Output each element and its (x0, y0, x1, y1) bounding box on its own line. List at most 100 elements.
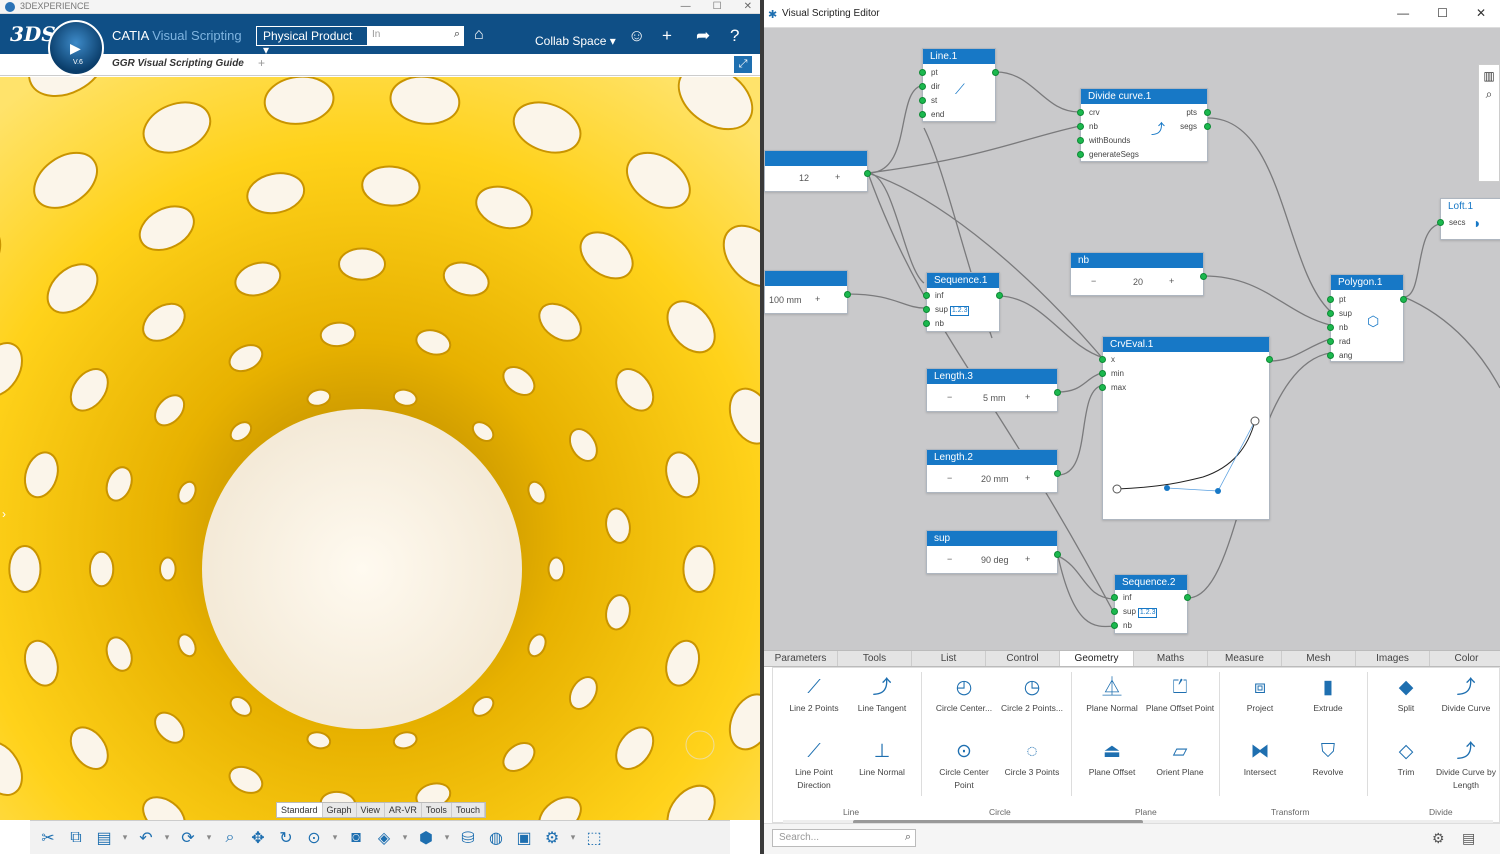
port-dot[interactable] (992, 69, 999, 76)
param-value[interactable]: 12 (799, 173, 809, 183)
map-icon[interactable]: ▥ (1479, 69, 1499, 83)
node-param-length[interactable]: 100 mm + (764, 270, 851, 314)
help-icon[interactable]: ? (730, 26, 739, 46)
tag-icon[interactable]: ⌂ (474, 26, 484, 44)
undo-icon[interactable]: ↶ (134, 826, 158, 850)
maximize-button[interactable]: ☐ (713, 0, 722, 14)
tool-circle-3-points[interactable]: ◌ Circle 3 Points (997, 740, 1067, 779)
product-select[interactable]: Physical Product ▾ (256, 26, 368, 57)
update-icon[interactable]: ⟳ (176, 826, 200, 850)
pan-icon[interactable]: ✥ (246, 826, 270, 850)
chevron-down-icon[interactable]: ▾ (568, 826, 578, 850)
search-input[interactable]: In ⌕ (368, 26, 464, 46)
port-dot[interactable] (919, 83, 926, 90)
port-dot[interactable] (1400, 296, 1407, 303)
tab-maths[interactable]: Maths (1134, 651, 1208, 666)
port-dot[interactable] (844, 291, 851, 298)
increment-button[interactable]: + (1169, 276, 1174, 286)
tab-ar-vr[interactable]: AR-VR (385, 803, 422, 817)
collab-space-dropdown[interactable]: Collab Space ▾ (535, 34, 616, 48)
increment-button[interactable]: + (835, 172, 840, 182)
expand-icon[interactable]: ⤢ (734, 56, 752, 73)
param-value[interactable]: 20 (1133, 277, 1143, 287)
param-value[interactable]: 100 mm (769, 295, 802, 305)
document-tab[interactable]: GGR Visual Scripting Guide (112, 58, 244, 69)
tab-color[interactable]: Color (1430, 651, 1500, 666)
paste-icon[interactable]: ▤ (92, 826, 116, 850)
port-dot[interactable] (1077, 123, 1084, 130)
tab-touch[interactable]: Touch (452, 803, 485, 817)
port-dot[interactable] (1204, 123, 1211, 130)
chevron-right-icon[interactable]: › (2, 507, 6, 521)
database-icon[interactable]: ⛁ (456, 826, 480, 850)
tool-line-point-direction[interactable]: ⟋ Line Point Direction (779, 740, 849, 792)
node-sup[interactable]: sup − 90 deg + (926, 530, 1061, 574)
tool-plane-offset[interactable]: ⏏ Plane Offset (1077, 740, 1147, 779)
port-dot[interactable] (1327, 352, 1334, 359)
chevron-down-icon[interactable]: ▾ (162, 826, 172, 850)
minimize-button[interactable]: — (1397, 6, 1409, 20)
chat-icon[interactable]: ▤ (1462, 830, 1475, 847)
port-dot[interactable] (919, 111, 926, 118)
port-dot[interactable] (1111, 622, 1118, 629)
port-dot[interactable] (923, 292, 930, 299)
globe-icon[interactable]: ◍ (484, 826, 508, 850)
param-value[interactable]: 5 mm (983, 393, 1006, 403)
port-dot[interactable] (919, 97, 926, 104)
node-nb[interactable]: nb − 20 + (1070, 252, 1207, 296)
tool-circle-center[interactable]: ◴ Circle Center... (929, 676, 999, 715)
port-dot[interactable] (923, 320, 930, 327)
search-tag-icon[interactable]: ⌕ (454, 28, 460, 41)
node-param-count[interactable]: 12 + (764, 150, 871, 192)
tool-divide-curve[interactable]: ⤴ Divide Curve (1431, 676, 1500, 715)
decrement-button[interactable]: − (947, 554, 952, 564)
port-dot[interactable] (864, 170, 871, 177)
tool-divide-curve-by-length[interactable]: ⤴ Divide Curve by Length (1431, 740, 1500, 792)
tool-project[interactable]: ⧈ Project (1225, 676, 1295, 715)
port-dot[interactable] (1054, 470, 1061, 477)
tab-geometry[interactable]: Geometry (1060, 651, 1134, 666)
decrement-button[interactable]: − (1091, 276, 1096, 286)
port-dot[interactable] (1077, 137, 1084, 144)
chevron-down-icon[interactable]: ▾ (330, 826, 340, 850)
decrement-button[interactable]: − (947, 392, 952, 402)
port-dot[interactable] (1077, 109, 1084, 116)
port-dot[interactable] (919, 69, 926, 76)
tool-line-tangent[interactable]: ⤴ Line Tangent (847, 676, 917, 715)
fit-all-icon[interactable]: ⊙ (302, 826, 326, 850)
param-value[interactable]: 90 deg (981, 555, 1009, 565)
close-button[interactable]: ✕ (1476, 6, 1486, 20)
port-dot[interactable] (1111, 608, 1118, 615)
tab-tools[interactable]: Tools (838, 651, 912, 666)
port-dot[interactable] (923, 306, 930, 313)
node-polygon[interactable]: Polygon.1 pt sup nb rad ang ⬡ (1327, 274, 1407, 362)
rotate-icon[interactable]: ↻ (274, 826, 298, 850)
port-dot[interactable] (1200, 273, 1207, 280)
node-loft[interactable]: Loft.1 secs ◗ (1437, 198, 1500, 240)
user-icon[interactable]: ☺ (628, 26, 645, 46)
increment-button[interactable]: + (1025, 554, 1030, 564)
increment-button[interactable]: + (815, 294, 820, 304)
tool-line-2-points[interactable]: ⟋ Line 2 Points (779, 676, 849, 715)
tab-standard[interactable]: Standard (277, 803, 323, 817)
port-dot[interactable] (1327, 338, 1334, 345)
search-icon[interactable]: ⌕ (905, 831, 911, 844)
chevron-down-icon[interactable]: ▾ (204, 826, 214, 850)
node-length-3[interactable]: Length.3 − 5 mm + (926, 368, 1061, 412)
tab-mesh[interactable]: Mesh (1282, 651, 1356, 666)
cut-icon[interactable]: ✂ (36, 826, 60, 850)
port-dot[interactable] (1184, 594, 1191, 601)
3d-viewport[interactable]: › (0, 77, 760, 820)
port-dot[interactable] (996, 292, 1003, 299)
tab-graph[interactable]: Graph (323, 803, 357, 817)
maximize-button[interactable]: ☐ (1437, 6, 1448, 20)
capture-icon[interactable]: ◙ (344, 826, 368, 850)
port-dot[interactable] (1204, 109, 1211, 116)
zoom-icon[interactable]: ⌕ (218, 826, 242, 850)
port-dot[interactable] (1054, 551, 1061, 558)
tab-images[interactable]: Images (1356, 651, 1430, 666)
tab-list[interactable]: List (912, 651, 986, 666)
plus-icon[interactable]: + (662, 26, 672, 46)
port-dot[interactable] (1054, 389, 1061, 396)
minimize-button[interactable]: — (681, 0, 691, 14)
